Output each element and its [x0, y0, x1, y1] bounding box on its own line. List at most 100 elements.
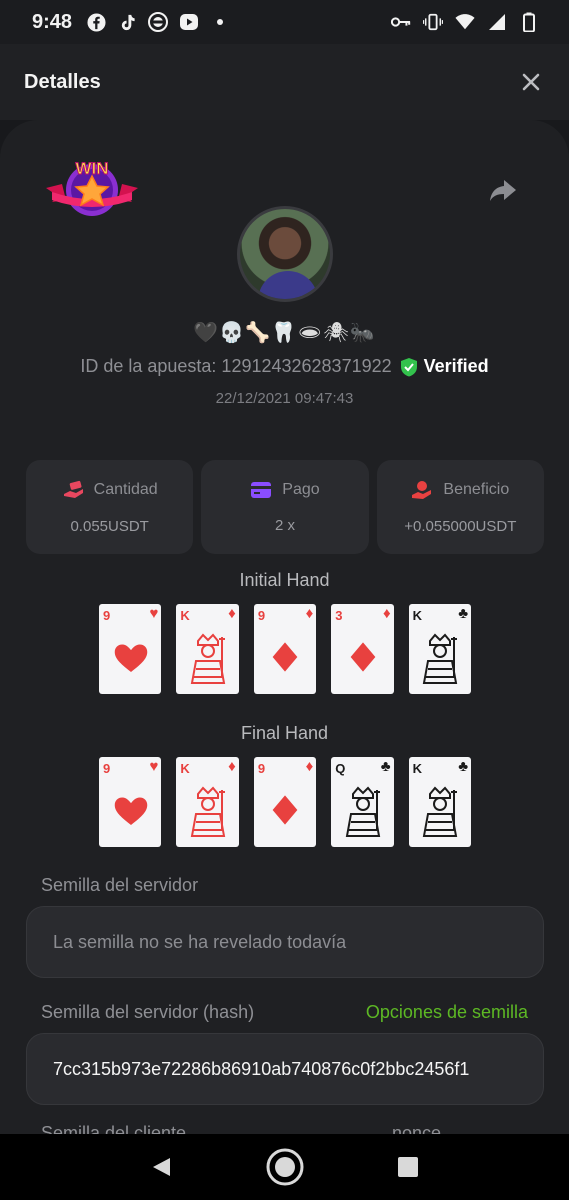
playing-card: 9 ♦	[253, 604, 317, 694]
tiktok-icon	[117, 12, 137, 32]
youtube-icon	[179, 12, 199, 32]
card-suit-art	[331, 626, 393, 688]
nonce-label: nonce	[392, 1123, 442, 1134]
playing-card: 3 ♦	[331, 604, 394, 694]
card-rank: 9	[257, 608, 266, 623]
win-badge-text: WIN	[75, 159, 108, 178]
card-rank: K	[180, 608, 190, 623]
share-icon	[490, 180, 516, 201]
server-seed-hash-field[interactable]: 7cc315b973e72286b86910ab740876c0f2bbc245…	[26, 1033, 544, 1105]
nav-back-button[interactable]	[142, 1147, 182, 1187]
verified-badge: Verified	[400, 356, 489, 377]
card-face-art	[331, 779, 393, 841]
card-rank: 9	[257, 761, 266, 776]
vibrate-icon	[423, 12, 443, 32]
bet-detail-sheet: WIN 🖤💀🦴🦷🕳🕷🐜 ID de la apuesta: 1291243262…	[0, 120, 569, 1134]
card-rank: Q	[335, 761, 346, 776]
playing-card: 9 ♥	[99, 604, 162, 694]
card-suit-icon: ♣	[380, 758, 391, 775]
bet-stats: Cantidad 0.055USDT Pago 2 x Beneficio +0…	[26, 460, 544, 554]
card-face-art	[409, 626, 471, 688]
battery-icon	[519, 12, 539, 32]
back-triangle-icon	[152, 1158, 170, 1176]
money-hand-icon	[63, 480, 83, 498]
card-rank: 9	[103, 761, 111, 776]
card-suit-art	[99, 626, 161, 688]
bet-datetime: 22/12/2021 09:47:43	[215, 390, 354, 407]
final-hand: 9 ♥ K ♦ 9 ♦ Q ♣ K ♣	[99, 757, 472, 847]
playing-card: K ♦	[176, 757, 239, 847]
win-badge: WIN	[44, 152, 140, 222]
stat-profit-value: +0.055000USDT	[404, 517, 517, 535]
close-icon	[522, 73, 540, 91]
key-icon	[391, 12, 411, 32]
user-emoji-tag: 🖤💀🦴🦷🕳🕷🐜	[193, 322, 376, 344]
card-suit-icon: ♣	[458, 758, 469, 775]
playing-card: K ♣	[408, 757, 472, 847]
playing-card: 9 ♦	[253, 757, 317, 847]
playing-card: 9 ♥	[99, 757, 162, 847]
seed-options-link[interactable]: Opciones de semilla	[366, 1002, 528, 1023]
initial-hand: 9 ♥ K ♦ 9 ♦ 3 ♦ K ♣	[99, 604, 472, 694]
status-time: 9:48	[32, 10, 73, 33]
card-suit-icon: ♥	[149, 605, 159, 622]
stat-payout: Pago 2 x	[201, 460, 369, 554]
page-title: Detalles	[24, 70, 101, 93]
card-suit-art	[254, 779, 316, 841]
stat-payout-value: 2 x	[274, 516, 295, 534]
bet-id-row: ID de la apuesta: 12912432628371922 Veri…	[0, 356, 569, 377]
stat-payout-label: Pago	[282, 480, 320, 498]
stat-profit: Beneficio +0.055000USDT	[376, 460, 544, 554]
recents-square-icon	[397, 1157, 418, 1177]
details-header: Detalles	[0, 44, 569, 120]
facebook-icon	[86, 12, 106, 32]
card-suit-art	[99, 779, 161, 841]
wsop-icon	[148, 12, 169, 32]
status-bar: 9:48	[0, 0, 569, 44]
card-rank: K	[412, 761, 423, 776]
shield-check-icon	[400, 357, 417, 376]
wifi-icon	[455, 12, 475, 32]
playing-card: K ♦	[176, 604, 239, 694]
card-suit-icon: ♣	[458, 605, 469, 622]
stat-amount-value: 0.055USDT	[70, 517, 149, 535]
card-suit-icon: ♦	[305, 758, 314, 775]
home-circle-icon	[266, 1148, 303, 1186]
card-suit-icon: ♦	[305, 605, 314, 622]
stat-amount-label: Cantidad	[93, 480, 158, 498]
nav-home-button[interactable]	[265, 1147, 305, 1187]
avatar	[237, 206, 333, 302]
card-suit-icon: ♥	[149, 758, 159, 775]
card-suit-icon: ♦	[228, 605, 236, 622]
close-button[interactable]	[517, 68, 545, 96]
card-suit-icon: ♦	[228, 758, 236, 775]
server-seed-label: Semilla del servidor	[41, 875, 199, 895]
client-seed-label: Semilla del cliente	[41, 1123, 187, 1134]
server-seed-field: La semilla no se ha revelado todavía	[26, 906, 544, 978]
dot-icon	[210, 12, 230, 32]
card-rank: K	[180, 761, 190, 776]
initial-hand-title: Initial Hand	[239, 570, 330, 590]
card-face-art	[409, 779, 471, 841]
card-face-art	[176, 626, 238, 688]
card-suit-art	[254, 626, 316, 688]
card-rank: 9	[103, 608, 111, 623]
card-icon	[251, 481, 272, 498]
stat-profit-label: Beneficio	[443, 480, 510, 498]
system-nav-bar	[0, 1134, 569, 1200]
nav-recents-button[interactable]	[388, 1147, 428, 1187]
card-face-art	[176, 779, 238, 841]
profit-hand-icon	[412, 480, 432, 499]
verified-label: Verified	[423, 356, 489, 376]
card-rank: 3	[335, 608, 343, 623]
share-button[interactable]	[486, 172, 520, 206]
card-suit-icon: ♦	[382, 605, 391, 622]
stat-amount: Cantidad 0.055USDT	[26, 460, 194, 554]
signal-icon	[487, 12, 507, 32]
playing-card: K ♣	[408, 604, 472, 694]
bet-id: ID de la apuesta: 12912432628371922	[80, 356, 392, 376]
playing-card: Q ♣	[331, 757, 394, 847]
server-seed-hash-label: Semilla del servidor (hash)	[41, 1002, 255, 1022]
final-hand-title: Final Hand	[240, 723, 329, 743]
card-rank: K	[412, 608, 423, 623]
